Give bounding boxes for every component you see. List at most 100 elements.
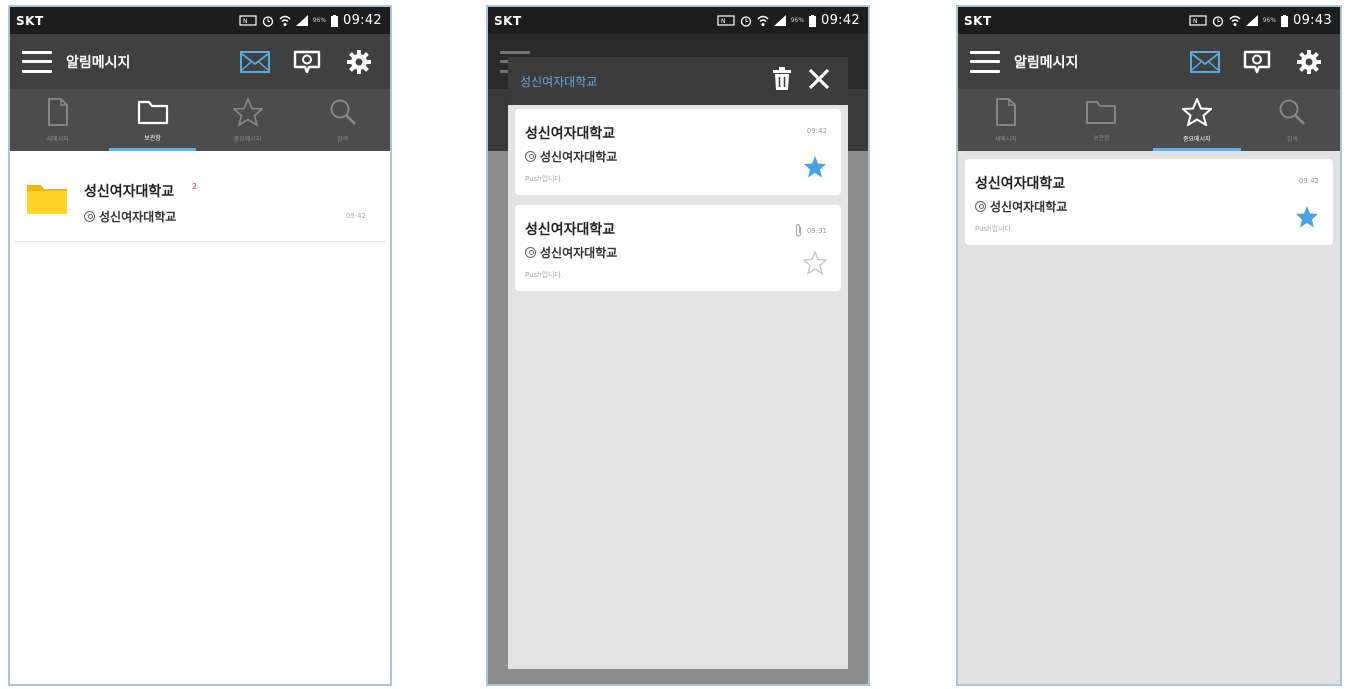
message-title: 성신여자대학교: [525, 222, 616, 238]
message-time: 09:31: [795, 223, 827, 239]
tab-search[interactable]: 검색: [1245, 89, 1341, 151]
phone-screen-archive: SKT N 96% 09:42 알림메시지 새메시지 보관함 중요메시지 검색 …: [8, 5, 392, 686]
nfc-icon: N: [1189, 15, 1207, 26]
folder-sender: 성신여자대학교: [84, 208, 176, 225]
tab-search[interactable]: 검색: [295, 89, 390, 151]
message-sender-label: 성신여자대학교: [540, 246, 618, 260]
document-icon: [995, 97, 1017, 130]
nfc-icon: N: [239, 15, 257, 26]
tab-label: 보관함: [144, 134, 161, 142]
tab-label: 중요메시지: [1182, 135, 1211, 143]
clock: 09:42: [343, 13, 382, 28]
tab-label: 검색: [336, 135, 349, 143]
folder-icon: [26, 181, 68, 215]
close-icon[interactable]: [808, 68, 830, 94]
star-outline-icon: [1180, 95, 1214, 130]
clock: 09:42: [821, 13, 860, 28]
message-card[interactable]: 성신여자대학교 성신여자대학교 Push입니다. 09:42: [965, 159, 1333, 245]
message-body: Push입니다.: [975, 225, 1014, 233]
message-time-label: 09:31: [806, 227, 827, 235]
wifi-icon: [1229, 15, 1241, 26]
chat-bubble-icon[interactable]: [1242, 50, 1272, 74]
envelope-icon[interactable]: [240, 50, 270, 74]
tab-label: 검색: [1286, 135, 1298, 143]
phone-screen-folder-dialog: SKT N 96% 09:42 성신여자대학교 성신여자대학교 성신여자대학교 …: [486, 5, 870, 686]
clock: 09:43: [1293, 13, 1332, 28]
status-bar: SKT N 96% 09:42: [488, 7, 868, 34]
message-title: 성신여자대학교: [525, 126, 616, 142]
dialog-title: 성신여자대학교: [520, 74, 598, 89]
signal-icon: [773, 15, 786, 26]
dialog-header: 성신여자대학교: [508, 57, 848, 105]
message-card[interactable]: 성신여자대학교 성신여자대학교 Push입니다. 09:42: [515, 109, 841, 195]
trash-icon[interactable]: [772, 67, 792, 95]
important-list: 성신여자대학교 성신여자대학교 Push입니다. 09:42: [958, 151, 1340, 684]
menu-icon[interactable]: [970, 50, 1000, 73]
menu-icon[interactable]: [22, 50, 52, 73]
app-bar: 알림메시지: [958, 34, 1340, 89]
alarm-icon: [262, 15, 274, 27]
svg-text:N: N: [721, 18, 726, 25]
tab-archive[interactable]: 보관함: [105, 89, 200, 151]
carrier-label: SKT: [494, 13, 522, 28]
archive-list: 성신여자대학교 2 성신여자대학교 09:42: [10, 151, 390, 684]
status-bar: SKT N 96% 09:42: [10, 7, 390, 34]
tab-bar: 새메시지 보관함 중요메시지 검색: [10, 89, 390, 151]
tab-label: 중요메시지: [233, 135, 262, 143]
message-body: Push입니다.: [525, 175, 564, 183]
message-sender-label: 성신여자대학교: [990, 200, 1068, 214]
unread-count-badge: 2: [192, 182, 198, 191]
star-filled-icon[interactable]: [1295, 205, 1319, 229]
message-sender: 성신여자대학교: [525, 148, 617, 165]
app-bar: 알림메시지: [10, 34, 390, 89]
tab-archive[interactable]: 보관함: [1054, 89, 1150, 151]
star-filled-icon[interactable]: [803, 155, 827, 179]
person-icon: [84, 211, 95, 222]
star-outline-icon[interactable]: [802, 250, 828, 276]
message-time-label: 09:42: [1298, 177, 1319, 185]
app-title: 알림메시지: [66, 54, 131, 71]
battery-icon: [1281, 15, 1289, 27]
battery-percent: 96%: [1262, 17, 1277, 24]
tab-important[interactable]: 중요메시지: [1149, 89, 1245, 151]
chat-bubble-icon[interactable]: [292, 50, 322, 74]
tab-new-messages[interactable]: 새메시지: [958, 89, 1054, 151]
magnifier-icon: [1278, 98, 1306, 130]
tab-label: 새메시지: [46, 135, 69, 143]
folder-name: 성신여자대학교: [84, 184, 175, 200]
folder-time: 09:42: [345, 212, 366, 220]
tab-bar: 새메시지 보관함 중요메시지 검색: [958, 89, 1340, 151]
tab-new-messages[interactable]: 새메시지: [10, 89, 105, 151]
svg-text:N: N: [1193, 18, 1198, 25]
alarm-icon: [1212, 15, 1224, 27]
battery-percent: 96%: [790, 17, 805, 24]
gear-icon[interactable]: [344, 49, 374, 74]
person-icon: [525, 151, 536, 162]
message-time-label: 09:42: [806, 127, 827, 135]
message-card[interactable]: 성신여자대학교 성신여자대학교 Push입니다. 09:31: [515, 205, 841, 291]
envelope-icon[interactable]: [1190, 50, 1220, 74]
gear-icon[interactable]: [1294, 49, 1324, 74]
paperclip-icon: [795, 223, 803, 239]
message-body: Push입니다.: [525, 271, 564, 279]
message-sender: 성신여자대학교: [975, 198, 1067, 215]
carrier-label: SKT: [16, 13, 44, 28]
battery-icon: [809, 15, 817, 27]
alarm-icon: [740, 15, 752, 27]
person-icon: [525, 247, 536, 258]
tab-label: 보관함: [1092, 134, 1110, 142]
nfc-icon: N: [717, 15, 735, 26]
svg-text:N: N: [243, 18, 248, 25]
message-sender: 성신여자대학교: [525, 244, 617, 261]
app-title: 알림메시지: [1014, 54, 1079, 71]
folder-messages-dialog: 성신여자대학교 성신여자대학교 성신여자대학교 Push입니다. 09:42 성…: [508, 57, 848, 669]
folder-list-item[interactable]: 성신여자대학교 2 성신여자대학교 09:42: [14, 155, 386, 242]
folder-sender-label: 성신여자대학교: [99, 210, 177, 224]
folder-outline-icon: [137, 99, 169, 129]
wifi-icon: [757, 15, 769, 26]
signal-icon: [295, 15, 308, 26]
folder-outline-icon: [1085, 99, 1117, 129]
tab-important[interactable]: 중요메시지: [200, 89, 295, 151]
message-title: 성신여자대학교: [975, 176, 1066, 192]
tab-label: 새메시지: [994, 135, 1017, 143]
